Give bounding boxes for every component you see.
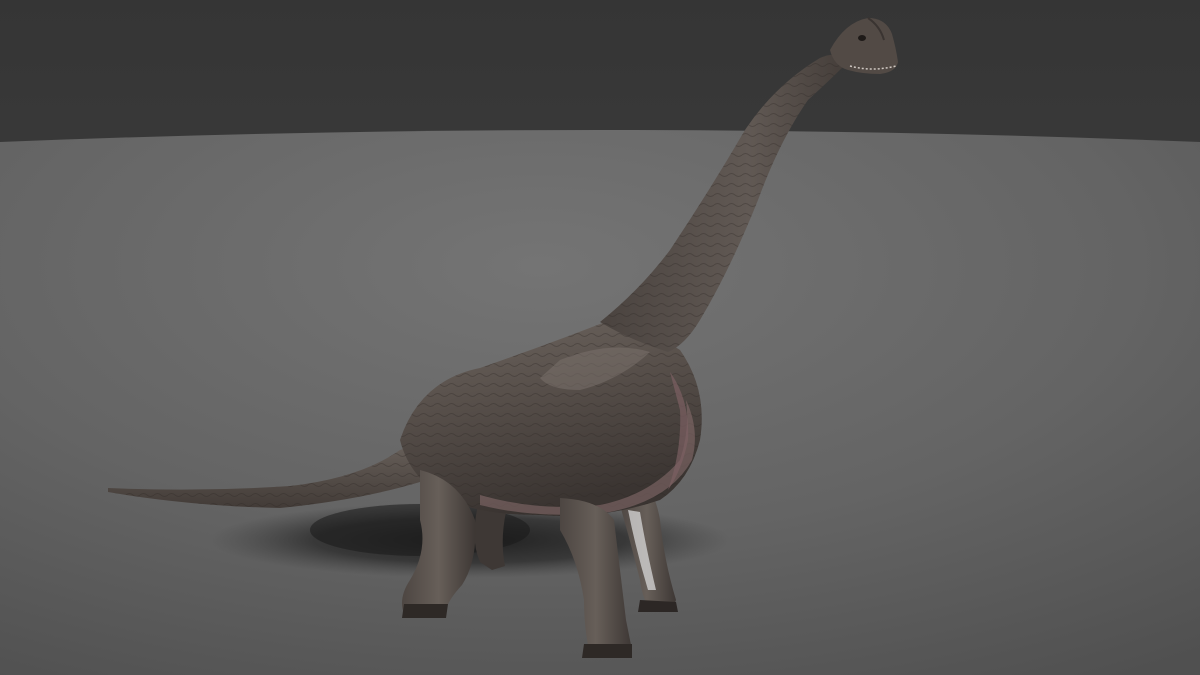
eye — [858, 35, 866, 41]
render-scene — [0, 0, 1200, 675]
render-viewport — [0, 0, 1200, 675]
